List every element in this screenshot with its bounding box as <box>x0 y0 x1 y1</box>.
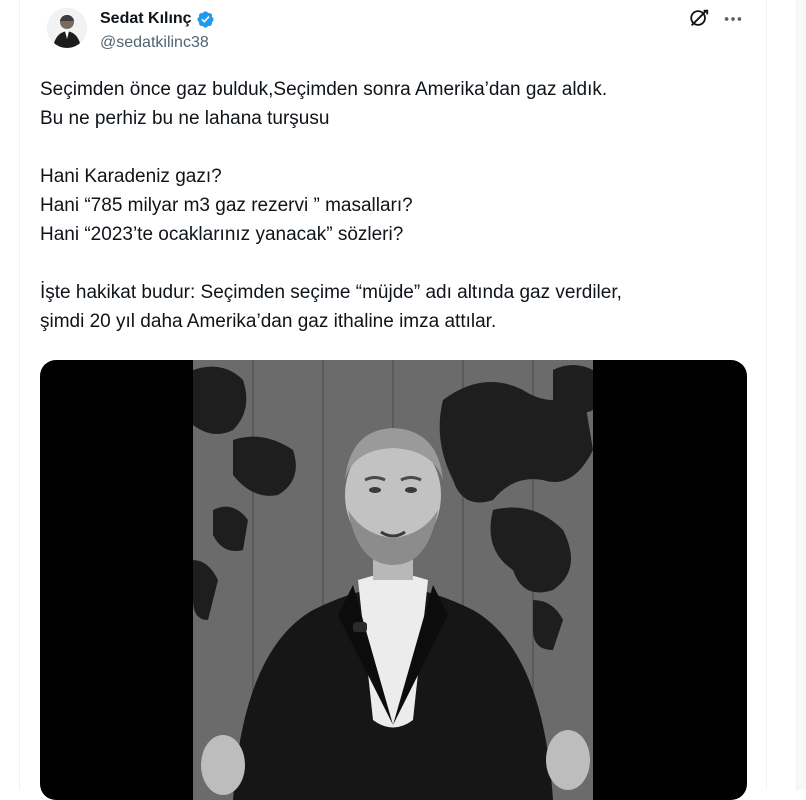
author-handle[interactable]: @sedatkilinc38 <box>100 33 209 53</box>
sidebar-edge <box>796 0 806 790</box>
tweet-line: Hani “2023’te ocaklarınız yanacak” sözle… <box>40 224 404 245</box>
tweet-line: Bu ne perhiz bu ne lahana turşusu <box>40 108 330 129</box>
tweet-line: Seçimden önce gaz bulduk,Seçimden sonra … <box>40 79 608 100</box>
tweet-line: İşte hakikat budur: Seçimden seçime “müj… <box>40 282 622 303</box>
video-thumbnail <box>193 360 593 800</box>
tweet-line-break <box>40 133 750 162</box>
more-icon[interactable] <box>722 8 744 30</box>
timeline-border-left <box>19 0 20 790</box>
video-player[interactable] <box>40 360 747 800</box>
grok-icon[interactable] <box>688 7 710 29</box>
person-avatar-icon <box>47 8 87 48</box>
verified-badge-icon <box>196 10 214 28</box>
tweet-text: Seçimden önce gaz bulduk,Seçimden sonra … <box>40 75 750 336</box>
author-name[interactable]: Sedat Kılınç <box>100 9 215 29</box>
tweet-line: Hani “785 milyar m3 gaz rezervi ” masall… <box>40 195 413 216</box>
tweet-line: şimdi 20 yıl daha Amerika’dan gaz ithali… <box>40 311 497 332</box>
author-name-text[interactable]: Sedat Kılınç <box>100 9 192 29</box>
timeline-border-right <box>766 0 767 790</box>
tweet-line: Hani Karadeniz gazı? <box>40 166 222 187</box>
avatar[interactable] <box>47 8 87 48</box>
tweet-line-break <box>40 249 750 278</box>
